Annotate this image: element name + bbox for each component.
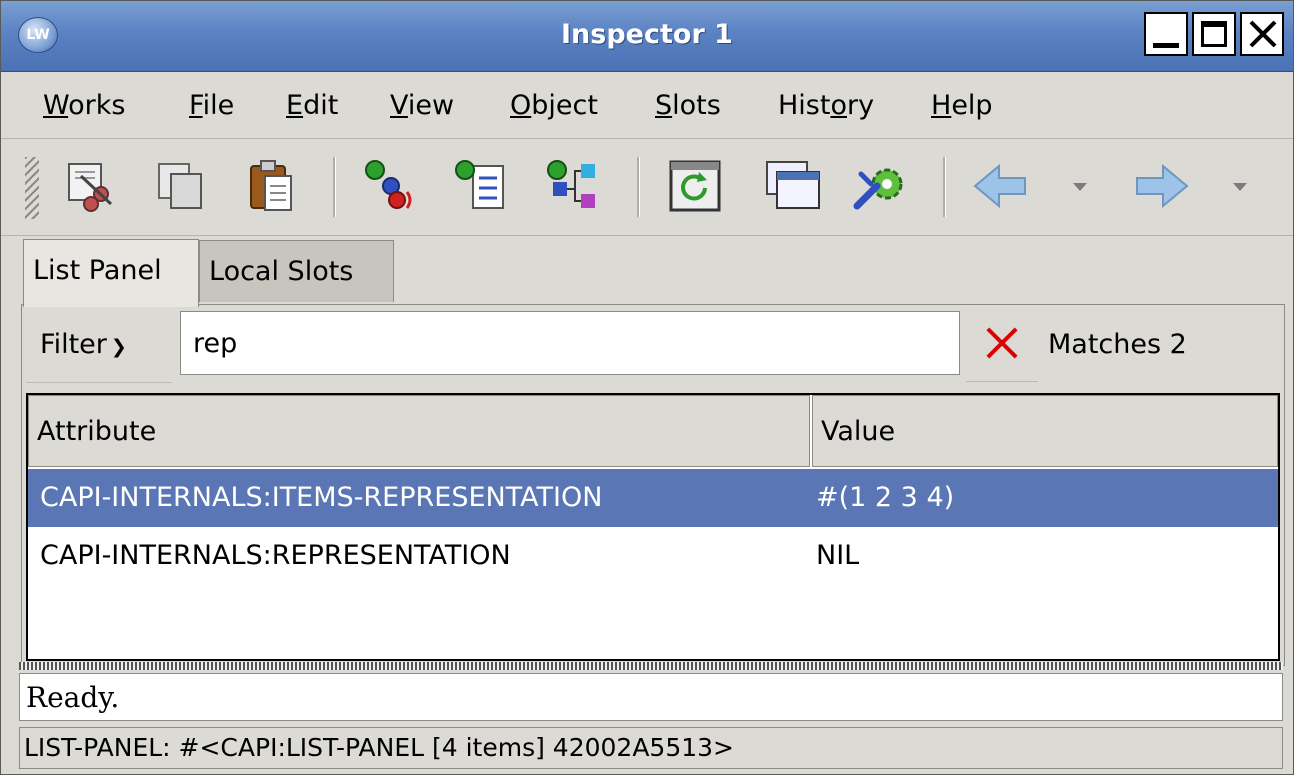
menu-bar: Works File Edit View Object Slots Histor…: [1, 72, 1293, 139]
matches-count: Matches 2: [1048, 329, 1187, 360]
table-row[interactable]: CAPI-INTERNALS:REPRESENTATION NIL: [28, 527, 1278, 585]
status-bar: LIST-PANEL: #<CAPI:LIST-PANEL [4 items] …: [19, 727, 1283, 769]
forward-arrow-icon[interactable]: [1131, 156, 1191, 216]
copy-icon[interactable]: [151, 156, 211, 216]
close-button[interactable]: [1240, 12, 1284, 56]
toolbar-separator: [943, 157, 946, 217]
toolbar-grip[interactable]: [25, 157, 39, 219]
toolbar: [1, 139, 1293, 236]
inspector-window: LW Inspector 1 Works File Edit View Obje…: [0, 0, 1294, 775]
minimize-button[interactable]: [1144, 12, 1188, 56]
title-bar[interactable]: LW Inspector 1: [1, 1, 1293, 72]
message-area: Ready.: [19, 673, 1283, 721]
row-attribute: CAPI-INTERNALS:ITEMS-REPRESENTATION: [40, 482, 603, 513]
menu-works[interactable]: Works: [43, 90, 125, 121]
filter-input[interactable]: rep: [180, 311, 960, 375]
row-attribute: CAPI-INTERNALS:REPRESENTATION: [40, 540, 511, 571]
settings-icon[interactable]: [851, 156, 911, 216]
row-value: #(1 2 3 4): [816, 482, 955, 513]
menu-slots[interactable]: Slots: [655, 90, 721, 121]
column-header-attribute[interactable]: Attribute: [28, 395, 810, 467]
toolbar-separator: [333, 157, 336, 217]
toolbar-separator: [637, 157, 640, 217]
chevron-down-icon: ❯: [110, 336, 127, 358]
back-history-dropdown-icon[interactable]: [1073, 183, 1087, 191]
cut-icon[interactable]: [61, 156, 121, 216]
forward-history-dropdown-icon[interactable]: [1233, 183, 1247, 191]
clear-filter-button[interactable]: [966, 309, 1038, 382]
table-row[interactable]: CAPI-INTERNALS:ITEMS-REPRESENTATION #(1 …: [28, 469, 1278, 527]
inspect-object-icon[interactable]: [359, 156, 419, 216]
column-header-value[interactable]: Value: [812, 395, 1278, 467]
filter-dropdown-button[interactable]: Filter ❯: [26, 307, 172, 383]
menu-object[interactable]: Object: [510, 90, 598, 121]
refresh-icon[interactable]: [665, 156, 725, 216]
menu-history[interactable]: History: [778, 90, 874, 121]
tab-local-slots[interactable]: Local Slots: [199, 240, 394, 302]
menu-edit[interactable]: Edit: [286, 90, 338, 121]
pane-splitter[interactable]: [19, 662, 1283, 670]
list-panel: Filter ❯ rep Matches 2 Attribute Value CA…: [21, 304, 1285, 666]
attribute-table: Attribute Value CAPI-INTERNALS:ITEMS-REP…: [26, 393, 1280, 661]
new-window-icon[interactable]: [763, 156, 823, 216]
window-title: Inspector 1: [561, 19, 733, 50]
back-arrow-icon[interactable]: [971, 156, 1031, 216]
menu-help[interactable]: Help: [931, 90, 993, 121]
list-items-icon[interactable]: [451, 156, 511, 216]
tree-view-icon[interactable]: [543, 156, 603, 216]
menu-view[interactable]: View: [390, 90, 454, 121]
maximize-button[interactable]: [1192, 12, 1236, 56]
menu-file[interactable]: File: [189, 90, 234, 121]
row-value: NIL: [816, 540, 860, 571]
paste-icon[interactable]: [241, 156, 301, 216]
tab-list-panel[interactable]: List Panel: [23, 239, 199, 307]
